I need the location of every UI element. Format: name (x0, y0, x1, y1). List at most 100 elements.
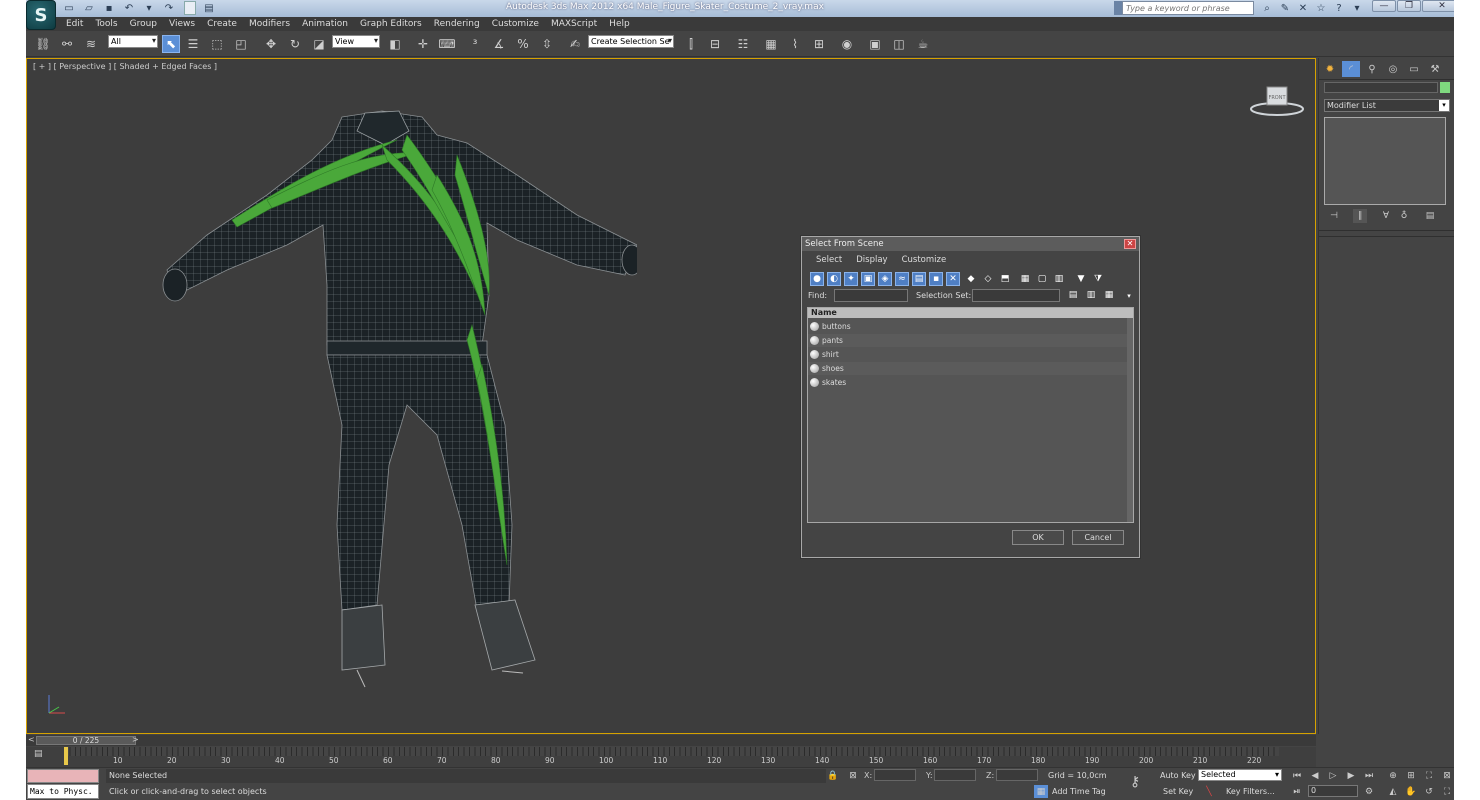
list-item-shoes[interactable]: shoes (808, 362, 1128, 375)
list-item-buttons[interactable]: buttons (808, 320, 1128, 333)
lock-selection-icon[interactable]: 🔒 (826, 769, 840, 782)
menu-help[interactable]: Help (609, 19, 630, 29)
key-mode-dropdown[interactable]: Selected (1198, 769, 1282, 781)
add-to-set-icon[interactable]: ▥ (1084, 288, 1098, 302)
select-object-icon[interactable]: ⬉ (162, 35, 180, 53)
track-bar[interactable]: ▤ 10 20 30 40 50 60 70 80 90 100 110 120 130 140 150 16… (26, 747, 1316, 767)
create-selection-set-icon[interactable]: ▤ (1066, 288, 1080, 302)
redo-icon[interactable]: ↷ (162, 2, 176, 14)
scale-icon[interactable]: ◪ (310, 35, 328, 53)
field-of-view-icon[interactable]: ◭ (1386, 785, 1400, 798)
keyboard-shortcut-icon[interactable]: ⌨ (438, 35, 456, 53)
display-xrefs-icon[interactable]: ▪ (929, 272, 943, 286)
layer-manager-icon[interactable]: ☷ (734, 35, 752, 53)
key-filters-button[interactable]: Key Filters... (1226, 787, 1275, 796)
x-coordinate-input[interactable] (874, 769, 916, 781)
project-folder-icon[interactable]: ▤ (202, 2, 216, 14)
favorites-star-icon[interactable]: ☆ (1314, 1, 1328, 15)
close-button[interactable]: ✕ (1422, 0, 1454, 12)
display-space-warps-icon[interactable]: ≈ (895, 272, 909, 286)
undo-dropdown-icon[interactable]: ▾ (142, 2, 156, 14)
pan-view-icon[interactable]: ✋ (1404, 785, 1418, 798)
menu-create[interactable]: Create (207, 19, 237, 29)
time-slider-prev-icon[interactable]: < (28, 735, 35, 744)
filter-icon[interactable]: ▼ (1074, 272, 1088, 286)
next-frame-icon[interactable]: ▶ (1344, 769, 1358, 782)
menu-graph-editors[interactable]: Graph Editors (360, 19, 422, 29)
menu-tools[interactable]: Tools (95, 19, 117, 29)
display-lights-icon[interactable]: ✦ (844, 272, 858, 286)
display-bones-icon[interactable]: ✕ (946, 272, 960, 286)
help-search-input[interactable] (1122, 1, 1254, 15)
menu-views[interactable]: Views (169, 19, 195, 29)
column-header-name[interactable]: Name (808, 308, 1133, 318)
exchange-icon[interactable]: ✕ (1296, 1, 1310, 15)
add-time-tag[interactable]: Add Time Tag (1052, 787, 1106, 796)
list-item-pants[interactable]: pants (808, 334, 1128, 347)
dialog-menu-display[interactable]: Display (856, 255, 887, 265)
minimize-button[interactable]: — (1372, 0, 1396, 12)
rendered-frame-window-icon[interactable]: ◫ (890, 35, 908, 53)
utilities-tab-icon[interactable]: ⚒ (1426, 61, 1444, 77)
motion-tab-icon[interactable]: ◎ (1384, 61, 1402, 77)
make-unique-icon[interactable]: ∀ (1379, 209, 1393, 223)
key-mode-toggle-icon[interactable]: ⏯ (1290, 785, 1304, 798)
move-icon[interactable]: ✥ (262, 35, 280, 53)
go-to-start-icon[interactable]: ⏮ (1290, 769, 1304, 782)
search-arrow-icon[interactable] (1114, 1, 1122, 15)
y-coordinate-input[interactable] (934, 769, 976, 781)
reference-coord-dropdown[interactable]: View (332, 35, 380, 48)
menu-maxscript[interactable]: MAXScript (551, 19, 597, 29)
window-crossing-icon[interactable]: ◰ (232, 35, 250, 53)
undo-icon[interactable]: ↶ (122, 2, 136, 14)
zoom-all-icon[interactable]: ⊞ (1404, 769, 1418, 782)
auto-key-button[interactable]: Auto Key (1160, 771, 1196, 780)
select-none-icon[interactable]: ▢ (1035, 272, 1049, 286)
open-file-icon[interactable]: ▱ (82, 2, 96, 14)
object-color-swatch[interactable] (1440, 82, 1450, 93)
ok-button[interactable]: OK (1012, 530, 1064, 545)
selection-set-dropdown[interactable] (972, 289, 1060, 302)
expand-options-icon[interactable]: ▾ (1122, 289, 1136, 303)
object-name-field[interactable] (1324, 82, 1438, 93)
time-configuration-icon[interactable]: ⚙ (1362, 785, 1376, 798)
time-tag-icon[interactable]: ▦ (1034, 785, 1048, 798)
tools-icon[interactable]: ✎ (1278, 1, 1292, 15)
edit-named-selection-icon[interactable]: ✍ (566, 35, 584, 53)
configure-modifier-sets-icon[interactable]: ▤ (1423, 209, 1437, 223)
set-key-icon[interactable]: ⚷ (1130, 774, 1140, 790)
zoom-extents-all-icon[interactable]: ⊠ (1440, 769, 1454, 782)
schematic-view-icon[interactable]: ⊞ (810, 35, 828, 53)
render-production-icon[interactable]: ☕ (914, 35, 932, 53)
render-setup-icon[interactable]: ▣ (866, 35, 884, 53)
menu-modifiers[interactable]: Modifiers (249, 19, 290, 29)
spinner-snap-icon[interactable]: ⇳ (538, 35, 556, 53)
dialog-close-button[interactable]: ✕ (1124, 239, 1136, 249)
selection-filter-dropdown[interactable]: All (108, 35, 158, 48)
display-cameras-icon[interactable]: ▣ (861, 272, 875, 286)
dialog-menu-customize[interactable]: Customize (902, 255, 947, 265)
maxscript-mini-listener[interactable]: Max to Physc. (27, 784, 99, 799)
named-selection-dropdown[interactable]: Create Selection Se (588, 35, 674, 48)
zoom-extents-icon[interactable]: ⛶ (1422, 769, 1436, 782)
help-icon[interactable]: ? (1332, 1, 1346, 15)
create-tab-icon[interactable]: ✹ (1321, 61, 1339, 77)
app-logo-icon[interactable]: S (26, 0, 56, 30)
percent-snap-icon[interactable]: % (514, 35, 532, 53)
menu-rendering[interactable]: Rendering (434, 19, 480, 29)
menu-edit[interactable]: Edit (66, 19, 83, 29)
orbit-icon[interactable]: ↺ (1422, 785, 1436, 798)
perspective-viewport[interactable]: [ + ] [ Perspective ] [ Shaded + Edged F… (26, 58, 1316, 734)
help-dropdown-icon[interactable]: ▾ (1350, 1, 1364, 15)
list-item-skates[interactable]: skates (808, 376, 1128, 389)
play-icon[interactable]: ▷ (1326, 769, 1340, 782)
display-tab-icon[interactable]: ▭ (1405, 61, 1423, 77)
filter-options-icon[interactable]: ⧩ (1091, 272, 1105, 286)
display-geometry-icon[interactable]: ● (810, 272, 824, 286)
graphite-ribbon-icon[interactable]: ▦ (762, 35, 780, 53)
time-slider[interactable]: 0 / 225 (36, 736, 136, 745)
viewport-label[interactable]: [ + ] [ Perspective ] [ Shaded + Edged F… (33, 62, 217, 71)
viewcube-icon[interactable]: FRONT (1249, 85, 1305, 117)
angle-snap-icon[interactable]: ∡ (490, 35, 508, 53)
show-end-result-icon[interactable]: ∥ (1353, 209, 1367, 223)
